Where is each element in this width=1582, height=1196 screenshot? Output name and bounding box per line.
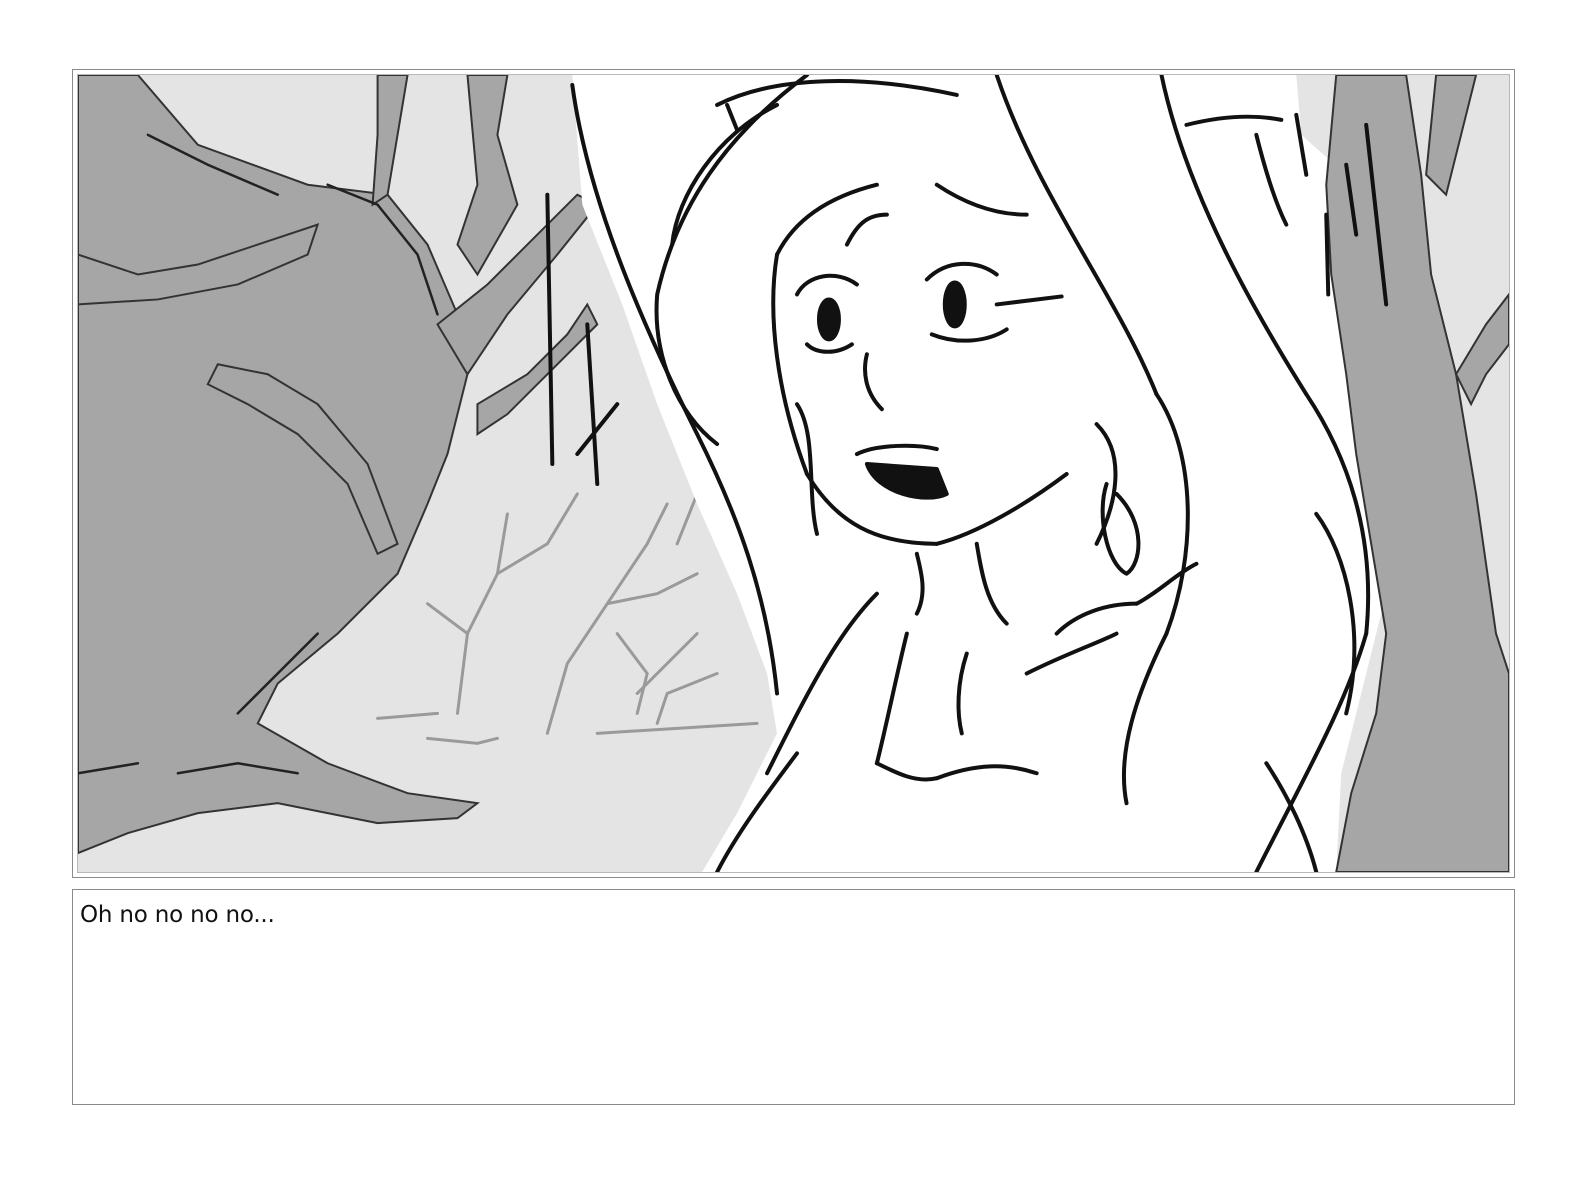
- storyboard-page: Oh no no no no...: [0, 0, 1582, 1196]
- caption-box: Oh no no no no...: [72, 889, 1515, 1105]
- storyboard-panel-frame: [72, 69, 1515, 878]
- caption-text: Oh no no no no...: [80, 902, 275, 928]
- storyboard-panel-image: [77, 74, 1510, 873]
